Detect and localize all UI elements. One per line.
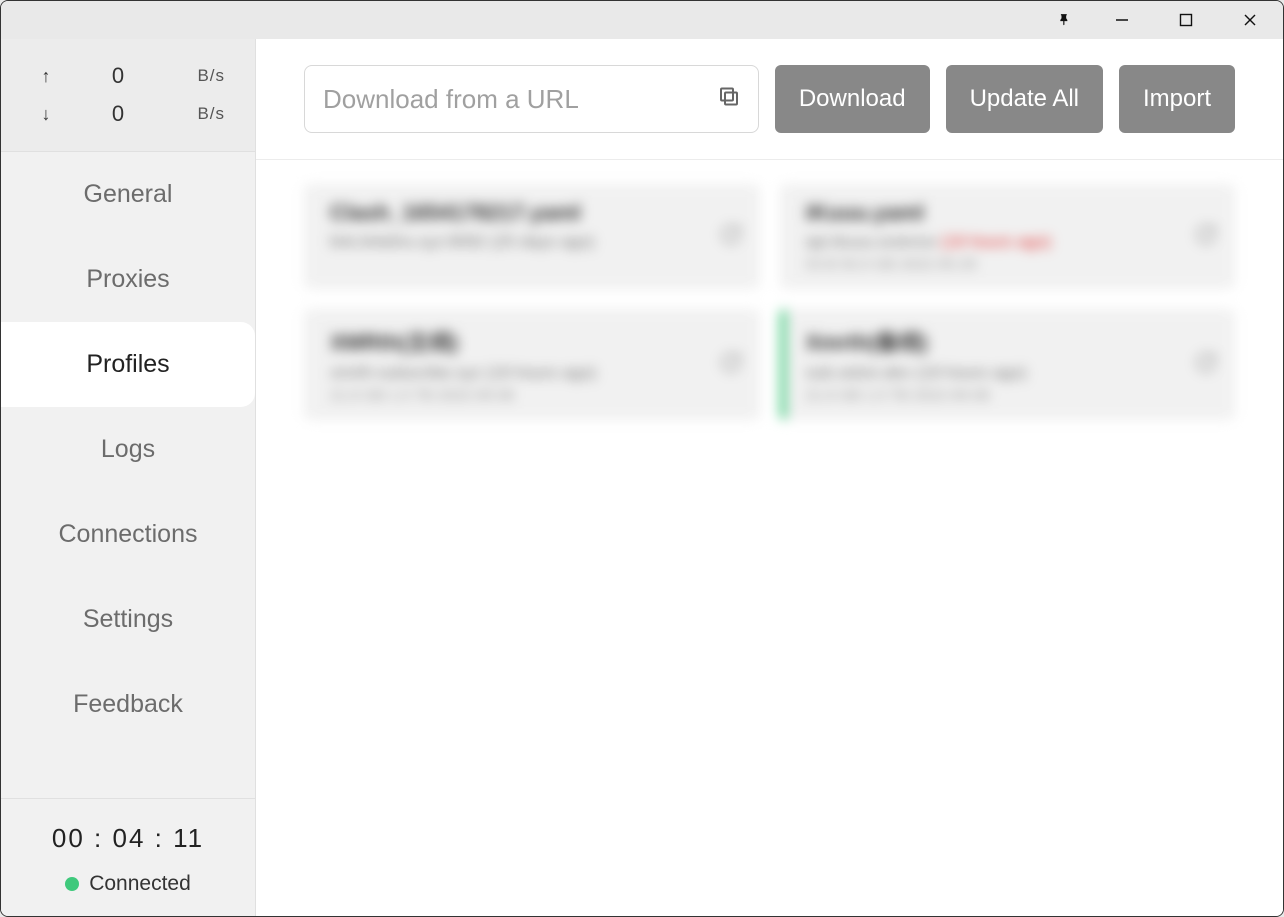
pin-icon[interactable] [1049,4,1081,36]
card-subtitle: xmrth-subscribe.xyz (19 hours ago) [330,363,740,383]
download-speed: ↓ 0 B/s [21,95,235,133]
download-value: 0 [61,101,175,127]
paste-icon[interactable] [717,85,741,114]
nav-connections[interactable]: Connections [1,492,255,577]
upload-speed: ↑ 0 B/s [21,57,235,95]
main-content: Download Update All Import Clash_1654178… [256,39,1283,916]
refresh-icon[interactable] [1195,351,1217,378]
nav-label: Profiles [86,350,169,379]
titlebar [1,1,1283,39]
status-panel: 00 : 04 : 11 Connected [1,798,255,916]
url-input[interactable] [304,65,759,133]
card-subtitle: link.linkdns.xyz:9092 (25 days ago) [330,232,740,252]
nav-label: General [84,180,173,209]
button-label: Update All [970,85,1079,113]
app-window: ↑ 0 B/s ↓ 0 B/s General Proxies Profiles… [0,0,1284,917]
upload-unit: B/s [175,66,225,86]
url-input-wrap [304,65,759,133]
card-title: Xmrth(备线) [806,325,1216,357]
import-button[interactable]: Import [1119,65,1235,133]
button-label: Import [1143,85,1211,113]
nav-proxies[interactable]: Proxies [1,237,255,322]
refresh-icon[interactable] [720,351,742,378]
profile-card[interactable]: Xmrth(备线) sub.xeton.dev (19 hours ago) 2… [780,309,1236,420]
nav-general[interactable]: General [1,152,255,237]
nav-label: Settings [83,605,173,634]
connection-timer: 00 : 04 : 11 [11,823,245,854]
nav-label: Logs [101,435,155,464]
card-meta: 53 B 50.0 GB 2022-05-29 [806,256,1216,273]
close-button[interactable] [1227,4,1273,36]
speed-panel: ↑ 0 B/s ↓ 0 B/s [1,39,255,152]
nav-feedback[interactable]: Feedback [1,662,255,747]
refresh-icon[interactable] [720,223,742,250]
profile-card[interactable]: XMRth(主线) xmrth-subscribe.xyz (19 hours … [304,309,760,420]
upload-arrow-icon: ↑ [31,66,61,87]
card-meta: 21.6 GB 1.5 TB 2022-09-08 [330,387,740,404]
nav-label: Connections [59,520,198,549]
profile-card[interactable]: iKuuu.yaml api.ikuuu.science (19 hours a… [780,184,1236,289]
profile-card[interactable]: Clash_1654178217.yaml link.linkdns.xyz:9… [304,184,760,289]
status-dot-icon [65,877,79,891]
card-meta: 21.6 GB 1.5 TB 2022-09-08 [806,387,1216,404]
card-subtitle: sub.xeton.dev (19 hours ago) [806,363,1216,383]
sidebar: ↑ 0 B/s ↓ 0 B/s General Proxies Profiles… [1,39,256,916]
refresh-icon[interactable] [1195,223,1217,250]
nav-profiles[interactable]: Profiles [1,322,255,407]
maximize-button[interactable] [1163,4,1209,36]
minimize-button[interactable] [1099,4,1145,36]
status-label: Connected [89,872,191,896]
download-unit: B/s [175,104,225,124]
connection-status: Connected [11,872,245,896]
nav-label: Proxies [86,265,169,294]
update-all-button[interactable]: Update All [946,65,1103,133]
upload-value: 0 [61,63,175,89]
card-title: Clash_1654178217.yaml [330,200,740,226]
nav-logs[interactable]: Logs [1,407,255,492]
card-title: iKuuu.yaml [806,200,1216,226]
nav-label: Feedback [73,690,183,719]
profile-cards: Clash_1654178217.yaml link.linkdns.xyz:9… [256,160,1283,916]
download-arrow-icon: ↓ [31,104,61,125]
card-title: XMRth(主线) [330,325,740,357]
button-label: Download [799,85,906,113]
nav: General Proxies Profiles Logs Connection… [1,152,255,798]
toolbar: Download Update All Import [256,39,1283,160]
nav-settings[interactable]: Settings [1,577,255,662]
card-subtitle: api.ikuuu.science (19 hours ago) [806,232,1216,252]
download-button[interactable]: Download [775,65,930,133]
